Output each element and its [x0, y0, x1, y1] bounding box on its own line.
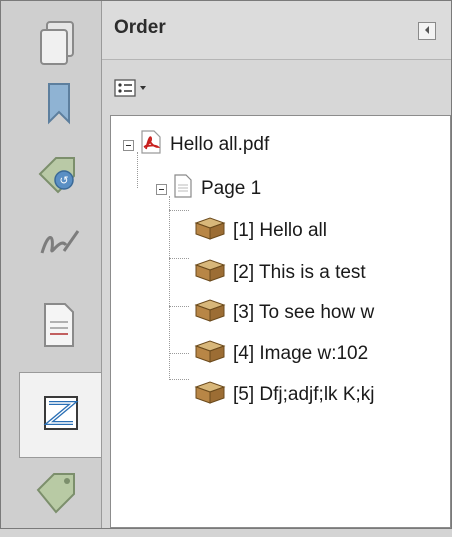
order-icon	[39, 391, 83, 440]
page-icon	[171, 173, 195, 205]
document-icon	[39, 300, 79, 355]
content-box-icon	[193, 339, 227, 369]
panel-header: Order	[102, 1, 451, 60]
order-button[interactable]	[19, 372, 101, 458]
content-box-icon	[193, 298, 227, 328]
tree-item[interactable]: [5] Dfj;adjf;lk K;kj	[193, 380, 375, 410]
content-box-icon	[193, 258, 227, 288]
signatures-icon	[34, 223, 84, 268]
order-tree: Hello all.pdf Page 1 [1] Hello all [2] T…	[110, 115, 451, 528]
document-button[interactable]	[19, 285, 99, 369]
tags-button[interactable]	[19, 453, 99, 537]
tree-item-label: [4] Image w:102	[233, 343, 369, 364]
collapse-toggle-icon[interactable]	[156, 183, 167, 195]
content-box-icon	[193, 380, 227, 410]
collapse-panel-button[interactable]	[418, 22, 436, 40]
tree-node-label: Page 1	[201, 178, 262, 199]
panel-toolbar	[102, 60, 451, 115]
order-panel-window: ↺ Order Hello all.pdf Page 1 [1] Hello a…	[0, 0, 452, 529]
svg-text:↺: ↺	[59, 174, 68, 187]
tree-item[interactable]: [4] Image w:102	[193, 339, 368, 369]
tree-node-page[interactable]: Page 1	[156, 174, 261, 204]
order-panel: Order Hello all.pdf Page 1 [1] Hello all…	[102, 1, 451, 528]
tree-node-label: Hello all.pdf	[170, 134, 270, 155]
options-menu-button[interactable]	[114, 78, 154, 102]
collapse-toggle-icon[interactable]	[123, 139, 134, 151]
panel-title: Order	[114, 17, 166, 38]
tree-item-label: [5] Dfj;adjf;lk K;kj	[233, 384, 375, 405]
tags-icon	[34, 470, 84, 521]
tree-node-document[interactable]: Hello all.pdf	[123, 130, 269, 160]
tree-item-label: [1] Hello all	[233, 220, 327, 241]
tree-item[interactable]: [2] This is a test	[193, 258, 366, 288]
content-box-icon	[193, 216, 227, 246]
security-tag-icon: ↺	[34, 150, 84, 205]
signatures-button[interactable]	[19, 203, 99, 287]
tree-item[interactable]: [1] Hello all	[193, 216, 327, 246]
tree-item-label: [2] This is a test	[233, 262, 366, 283]
options-menu-icon	[114, 78, 148, 102]
navigation-rail: ↺	[1, 1, 102, 528]
triangle-left-icon	[423, 22, 431, 40]
bookmarks-icon	[39, 78, 79, 133]
pdf-file-icon	[138, 129, 164, 161]
tree-item[interactable]: [3] To see how w	[193, 298, 374, 328]
tree-item-label: [3] To see how w	[233, 302, 375, 323]
